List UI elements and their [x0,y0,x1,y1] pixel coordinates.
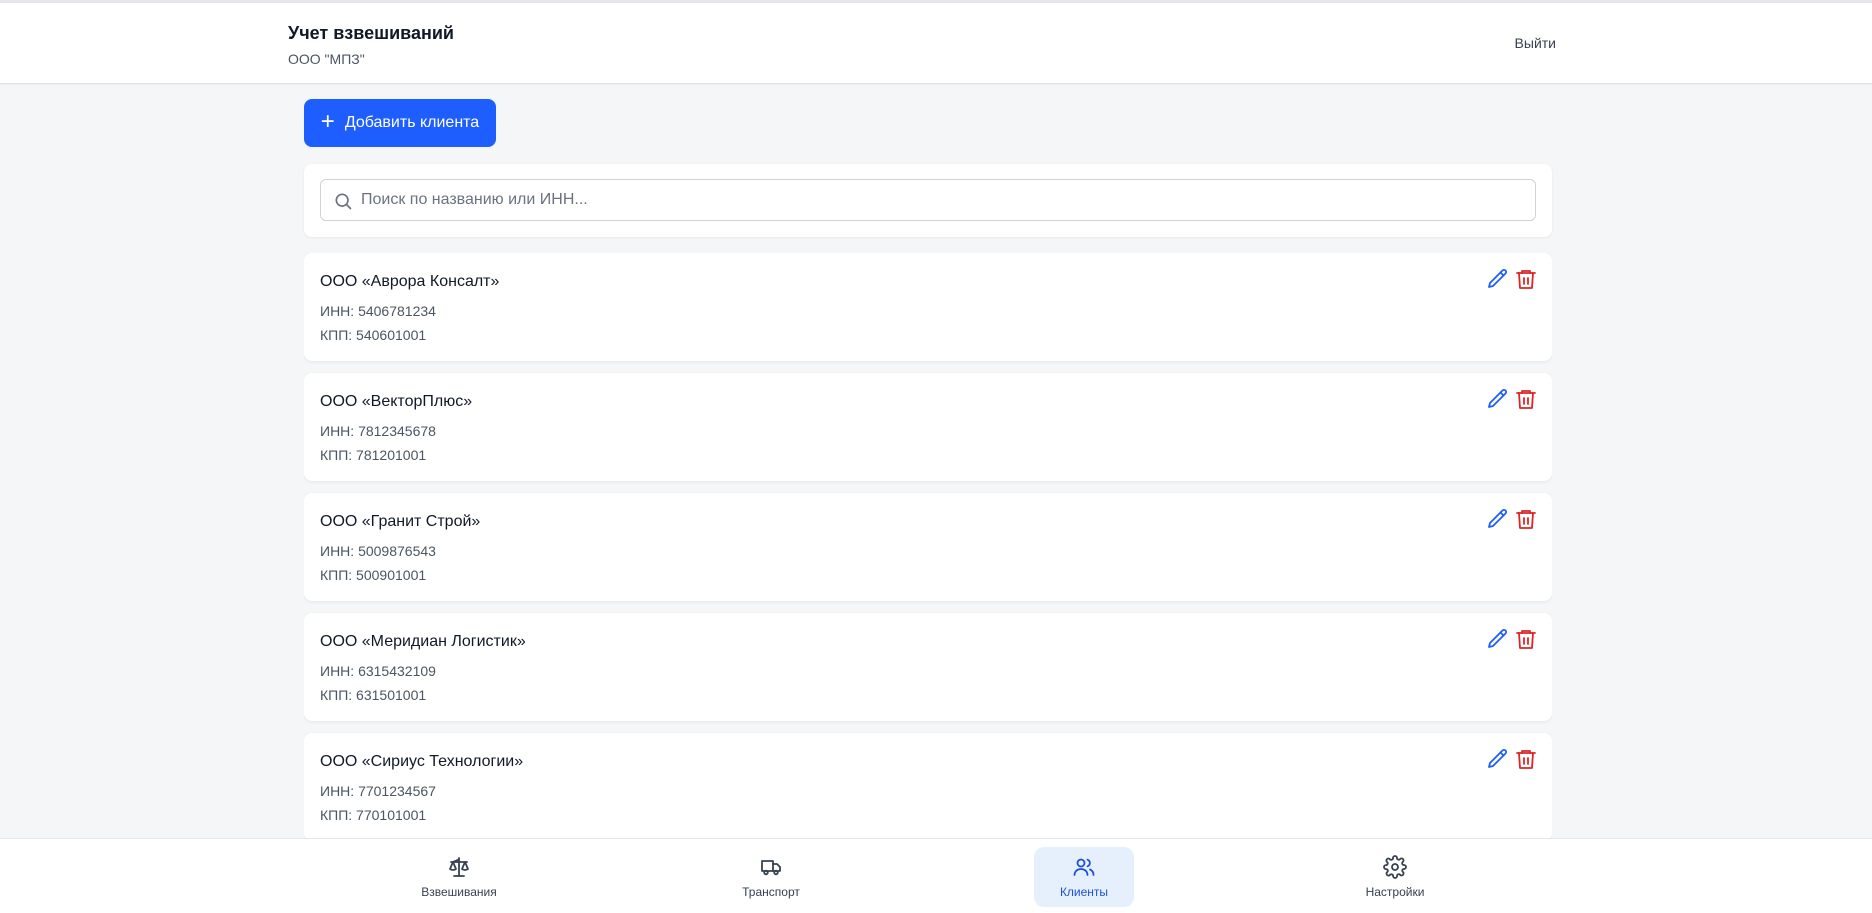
nav-transport-label: Транспорт [742,885,800,899]
edit-icon[interactable] [1486,627,1510,651]
edit-icon[interactable] [1486,387,1510,411]
client-inn: ИНН: 7812345678 [320,423,436,439]
client-kpp: КПП: 781201001 [320,447,427,463]
edit-icon[interactable] [1486,267,1510,291]
scale-icon [449,857,469,877]
app-title: Учет взвешиваний [288,23,454,43]
edit-icon[interactable] [1486,507,1510,531]
nav-weighings-label: Взвешивания [421,885,497,899]
delete-icon[interactable] [1514,267,1538,291]
search-panel [304,164,1552,237]
users-icon [1073,858,1095,876]
client-list: ООО «Аврора Консалт» ИНН: 5406781234 КПП… [304,253,1552,841]
search-input[interactable] [361,180,1521,220]
bottom-navigation: Взвешивания Транспорт Клиенты Настройки [0,838,1872,913]
client-card: ООО «Аврора Консалт» ИНН: 5406781234 КПП… [304,253,1552,361]
add-client-label: Добавить клиента [344,114,480,131]
nav-settings-label: Настройки [1365,885,1425,899]
search-field[interactable] [320,179,1536,221]
delete-icon[interactable] [1514,627,1538,651]
logout-link[interactable]: Выйти [1515,35,1556,51]
client-name: ООО «Сириус Технологии» [320,753,524,770]
client-kpp: КПП: 631501001 [320,687,427,703]
truck-icon [761,860,781,876]
add-client-button[interactable]: + Добавить клиента [304,99,496,147]
client-card: ООО «Сириус Технологии» ИНН: 7701234567 … [304,733,1552,841]
client-card: ООО «Гранит Строй» ИНН: 5009876543 КПП: … [304,493,1552,601]
edit-icon[interactable] [1486,747,1510,771]
client-name: ООО «Аврора Консалт» [320,273,500,290]
delete-icon[interactable] [1514,747,1538,771]
client-inn: ИНН: 5406781234 [320,303,436,319]
delete-icon[interactable] [1514,507,1538,531]
delete-icon[interactable] [1514,387,1538,411]
nav-settings[interactable]: Настройки [1345,847,1445,907]
search-icon [335,193,352,210]
nav-transport[interactable]: Транспорт [721,847,821,907]
client-name: ООО «Гранит Строй» [320,513,481,530]
client-kpp: КПП: 500901001 [320,567,427,583]
nav-weighings[interactable]: Взвешивания [409,847,509,907]
organization-name: ООО "МПЗ" [288,51,365,67]
client-inn: ИНН: 5009876543 [320,543,436,559]
client-card: ООО «Меридиан Логистик» ИНН: 6315432109 … [304,613,1552,721]
client-kpp: КПП: 770101001 [320,807,427,823]
client-kpp: КПП: 540601001 [320,327,427,343]
nav-clients[interactable]: Клиенты [1034,847,1134,907]
nav-clients-label: Клиенты [1059,885,1109,899]
plus-icon: + [320,107,335,135]
client-inn: ИНН: 7701234567 [320,783,436,799]
client-name: ООО «Меридиан Логистик» [320,633,526,650]
client-name: ООО «ВекторПлюс» [320,393,473,410]
app-header: Учет взвешиваний ООО "МПЗ" Выйти [0,3,1872,84]
gear-icon [1383,855,1407,879]
client-card: ООО «ВекторПлюс» ИНН: 7812345678 КПП: 78… [304,373,1552,481]
client-inn: ИНН: 6315432109 [320,663,436,679]
